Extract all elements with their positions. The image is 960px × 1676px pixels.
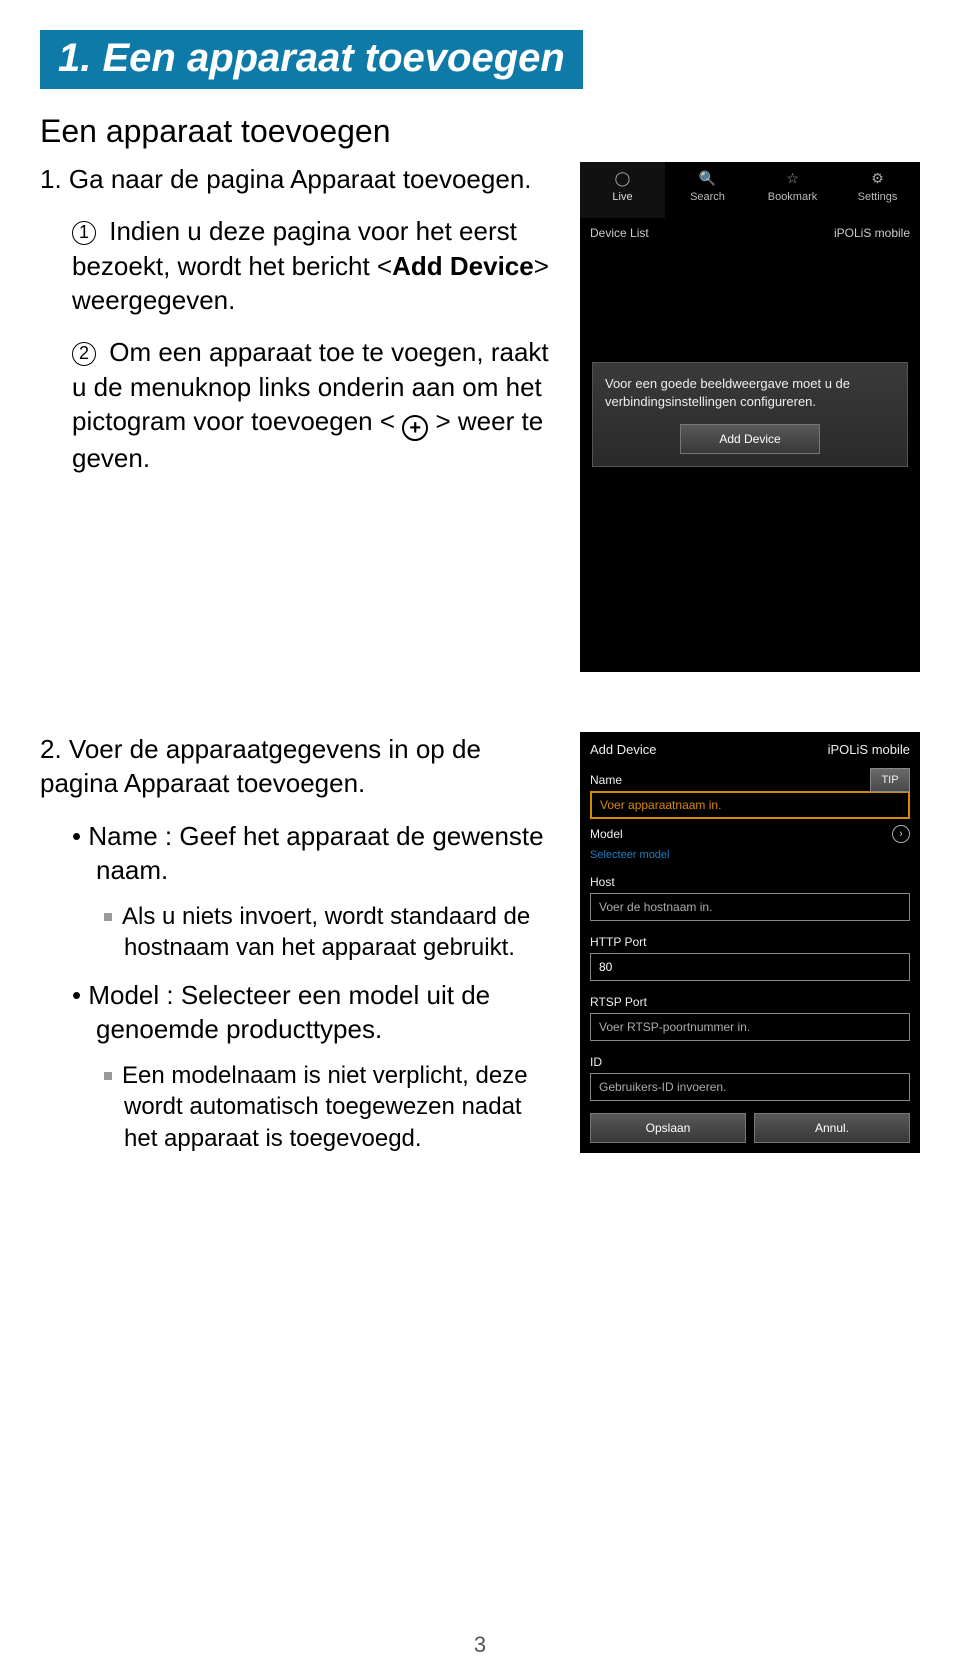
bookmark-icon: ☆ [750, 170, 835, 187]
phone-dialog: Voor een goede beeldweergave moet u de v… [592, 362, 908, 467]
label-id: ID [580, 1047, 920, 1073]
chevron-right-icon[interactable]: › [892, 825, 910, 843]
circled-2-icon: 2 [72, 342, 96, 366]
tab-bookmark[interactable]: ☆ Bookmark [750, 162, 835, 218]
tab-search[interactable]: 🔍 Search [665, 162, 750, 218]
tab-bookmark-label: Bookmark [768, 191, 818, 203]
gear-icon: ⚙ [835, 170, 920, 187]
square-bullet-icon [104, 1072, 112, 1080]
phone-bar-right: iPOLiS mobile [834, 226, 910, 240]
live-icon: ◯ [580, 170, 665, 187]
tab-live[interactable]: ◯ Live [580, 162, 665, 218]
form-header-right: iPOLiS mobile [828, 742, 910, 757]
section-title: 1. Een apparaat toevoegen [40, 30, 583, 89]
bullet-name: • Name : Geef het apparaat de gewenste n… [40, 819, 550, 888]
bullet-model-sub: Een modelnaam is niet verplicht, deze wo… [40, 1060, 550, 1154]
square-bullet-icon [104, 913, 112, 921]
tip-button[interactable]: TIP [870, 768, 910, 792]
label-http: HTTP Port [580, 927, 920, 953]
label-model: Model [590, 827, 623, 841]
id-field[interactable]: Gebruikers-ID invoeren. [590, 1073, 910, 1101]
phone-mock-add-device: Add Device iPOLiS mobile TIP Name Voer a… [580, 732, 920, 1153]
model-select[interactable]: Selecteer model [590, 849, 910, 861]
tab-search-label: Search [690, 191, 725, 203]
subtitle: Een apparaat toevoegen [40, 113, 920, 150]
bullet-model: • Model : Selecteer een model uit de gen… [40, 978, 550, 1047]
step1-sub1: 1 Indien u deze pagina voor het eerst be… [40, 214, 550, 317]
bullet-name-sub: Als u niets invoert, wordt standaard de … [40, 901, 550, 963]
form-header-left: Add Device [590, 742, 656, 757]
bullet-model-text: Model : Selecteer een model uit de genoe… [88, 980, 490, 1044]
save-button[interactable]: Opslaan [590, 1113, 746, 1143]
label-name: Name [580, 765, 920, 791]
http-port-field[interactable]: 80 [590, 953, 910, 981]
circled-1-icon: 1 [72, 221, 96, 245]
rtsp-port-field[interactable]: Voer RTSP-poortnummer in. [590, 1013, 910, 1041]
name-field[interactable]: Voer apparaatnaam in. [590, 791, 910, 819]
phone-dialog-text: Voor een goede beeldweergave moet u de v… [605, 375, 895, 410]
plus-icon: + [402, 415, 428, 441]
bullet-model-sub-text: Een modelnaam is niet verplicht, deze wo… [122, 1062, 528, 1151]
page-number: 3 [0, 1632, 960, 1658]
phone-mock-device-list: ◯ Live 🔍 Search ☆ Bookmark ⚙ Settings Device… [580, 162, 920, 672]
bullet-name-text: Name : Geef het apparaat de gewenste naa… [88, 821, 543, 885]
step1-sub1-bold: Add Device [392, 251, 534, 281]
step2-intro: 2. Voer de apparaatgegevens in op de pag… [40, 732, 550, 801]
step1-intro: 1. Ga naar de pagina Apparaat toevoegen. [40, 162, 550, 196]
add-device-button[interactable]: Add Device [680, 424, 820, 454]
search-icon: 🔍 [665, 170, 750, 187]
tab-live-label: Live [612, 191, 632, 203]
bullet-name-sub-text: Als u niets invoert, wordt standaard de … [122, 903, 530, 961]
tab-settings-label: Settings [858, 191, 898, 203]
cancel-button[interactable]: Annul. [754, 1113, 910, 1143]
tab-settings[interactable]: ⚙ Settings [835, 162, 920, 218]
phone-bar-left: Device List [590, 226, 649, 240]
label-rtsp: RTSP Port [580, 987, 920, 1013]
label-host: Host [580, 867, 920, 893]
step1-sub2: 2 Om een apparaat toe te voegen, raakt u… [40, 335, 550, 475]
host-field[interactable]: Voer de hostnaam in. [590, 893, 910, 921]
